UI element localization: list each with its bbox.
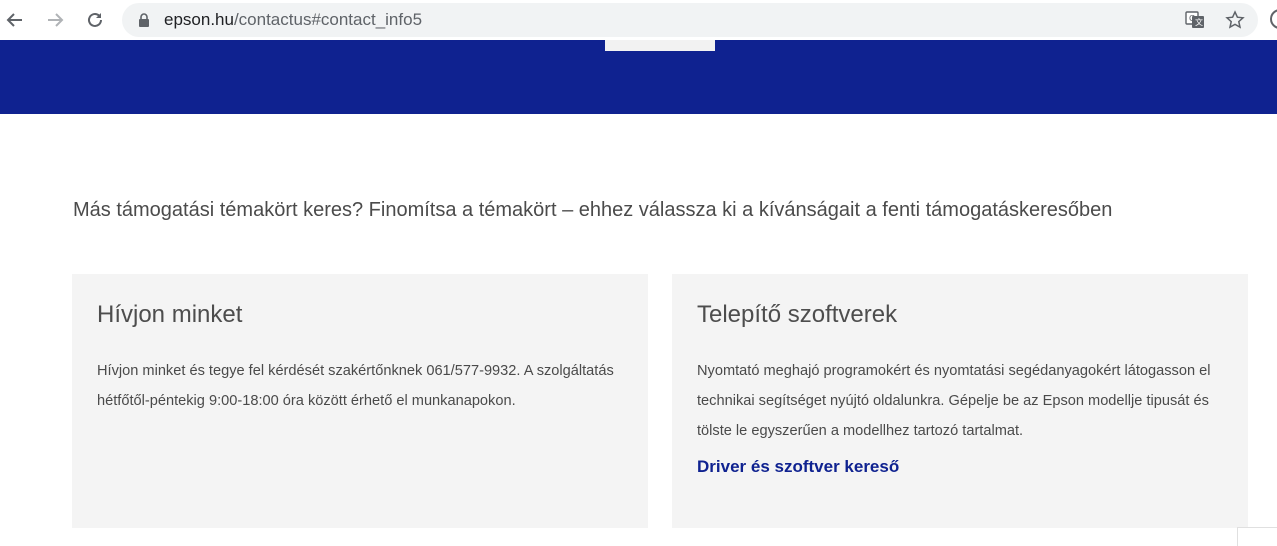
translate-button[interactable]: G 文: [1185, 10, 1205, 30]
arrow-left-icon: [6, 13, 22, 27]
profile-avatar[interactable]: [1270, 9, 1277, 29]
hero-banner: [0, 40, 1277, 114]
forward-button[interactable]: [43, 8, 67, 32]
reload-icon: [88, 12, 102, 27]
back-button[interactable]: [3, 8, 27, 32]
url-path: /contactus#contact_info5: [233, 10, 423, 29]
feedback-tab[interactable]: [1237, 527, 1277, 546]
intro-text: Más támogatási témakört keres? Finomítsa…: [73, 199, 1113, 221]
svg-text:文: 文: [1195, 17, 1203, 27]
arrow-right-icon: [48, 13, 64, 27]
driver-search-link[interactable]: Driver és szoftver kereső: [697, 457, 899, 477]
url-text[interactable]: epson.hu/contactus#contact_info5: [164, 10, 422, 30]
installer-software-card: Telepítő szoftverek Nyomtató meghajó pro…: [672, 274, 1248, 528]
star-icon: [1225, 10, 1245, 29]
card-title: Hívjon minket: [97, 301, 243, 328]
browser-toolbar: epson.hu/contactus#contact_info5 G 文: [0, 0, 1277, 40]
reload-button[interactable]: [83, 8, 107, 32]
call-us-card: Hívjon minket Hívjon minket és tegye fel…: [72, 274, 648, 528]
address-bar[interactable]: epson.hu/contactus#contact_info5 G 文: [122, 3, 1258, 37]
hero-tab-indicator: [605, 40, 715, 51]
lock-icon: [139, 13, 149, 27]
url-host: epson.hu: [164, 10, 234, 29]
card-title: Telepítő szoftverek: [697, 301, 898, 328]
bookmark-button[interactable]: [1225, 10, 1245, 30]
card-body: Nyomtató meghajó programokért és nyomtat…: [697, 363, 1211, 439]
card-body: Hívjon minket és tegye fel kérdését szak…: [97, 363, 614, 409]
translate-icon: G 文: [1185, 11, 1204, 28]
